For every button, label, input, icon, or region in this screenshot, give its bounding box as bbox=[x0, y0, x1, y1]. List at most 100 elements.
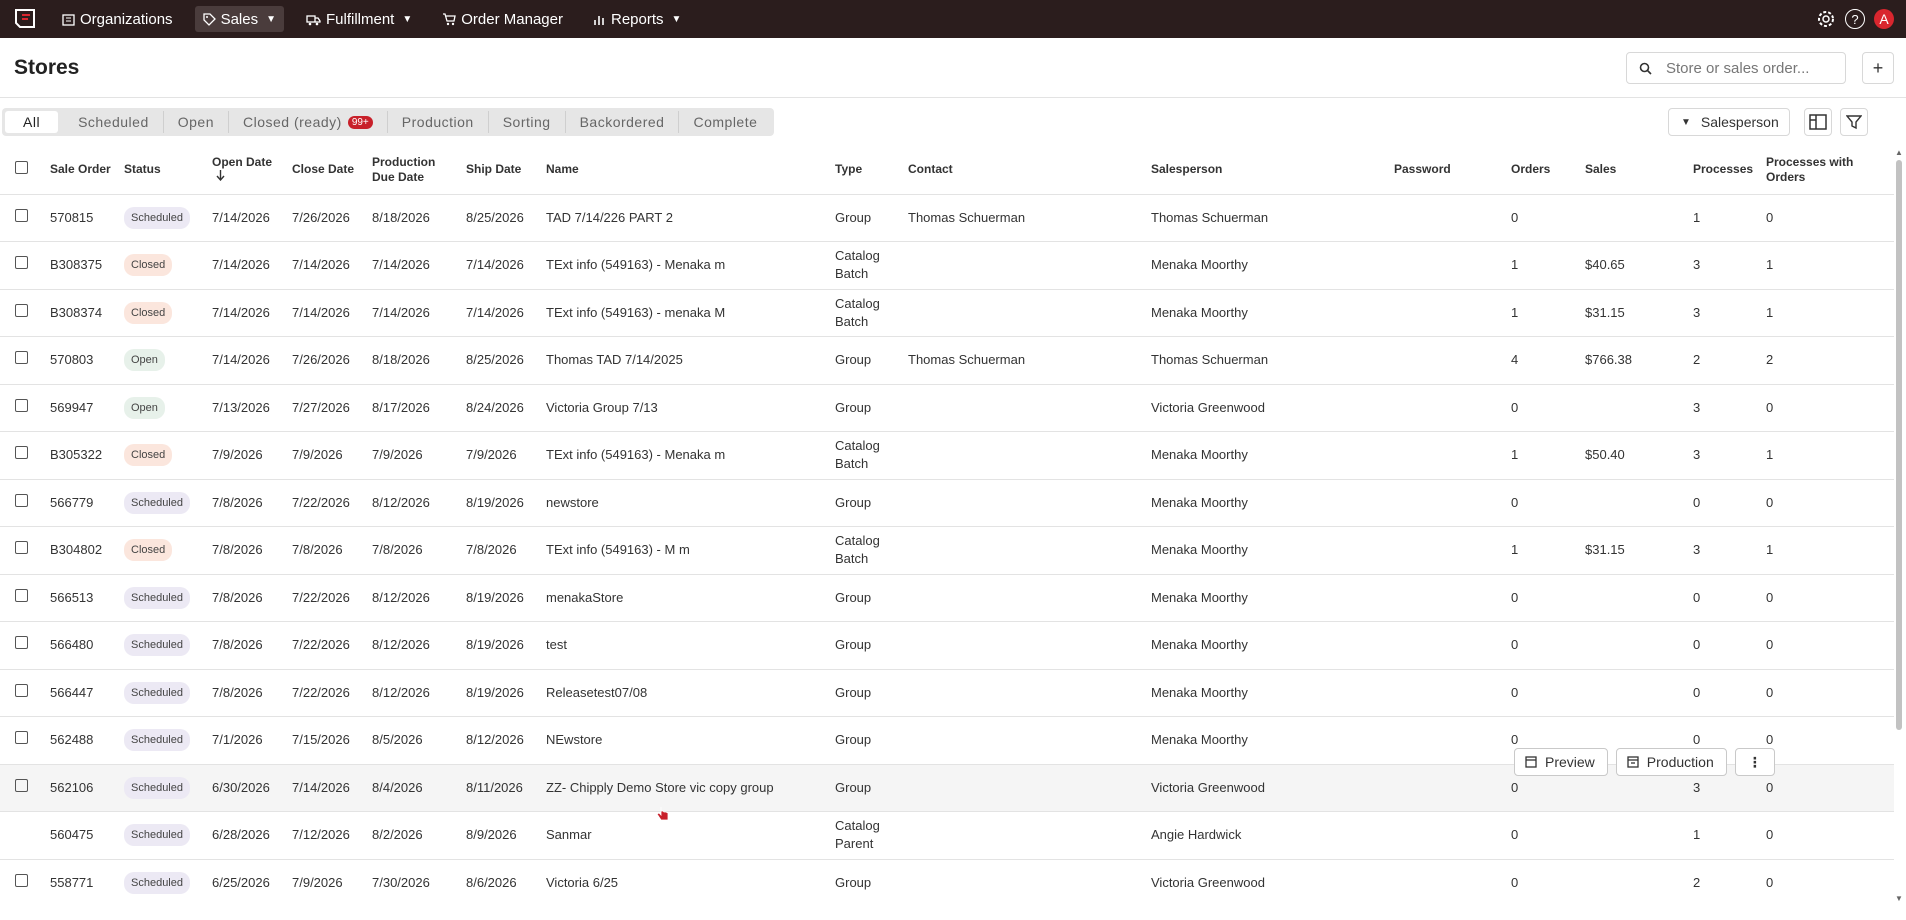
search-box[interactable] bbox=[1626, 52, 1846, 84]
status-badge: Scheduled bbox=[124, 206, 190, 229]
tab-all[interactable]: All bbox=[5, 111, 59, 133]
row-checkbox[interactable] bbox=[15, 541, 28, 555]
table-row[interactable]: B305322 Closed 7/9/2026 7/9/2026 7/9/2026 7/9… bbox=[0, 431, 1894, 480]
column-header-salesperson[interactable]: Salesperson bbox=[1147, 146, 1390, 195]
search-input[interactable] bbox=[1666, 59, 1826, 77]
row-checkbox[interactable] bbox=[15, 873, 28, 887]
table-row[interactable]: 570803 Open 7/14/2026 7/26/2026 8/18/2026 8/2… bbox=[0, 336, 1894, 385]
tab-open[interactable]: Open bbox=[164, 111, 229, 133]
column-layout-button[interactable] bbox=[1804, 108, 1832, 136]
processes-with-orders-cell: 1 bbox=[1762, 431, 1894, 480]
production-due-date-cell: 8/17/2026 bbox=[368, 384, 462, 432]
row-checkbox[interactable] bbox=[15, 493, 28, 507]
status-badge: Closed bbox=[124, 539, 173, 562]
row-checkbox[interactable] bbox=[15, 588, 28, 602]
table-row[interactable]: B304802 Closed 7/8/2026 7/8/2026 7/8/2026 7/8… bbox=[0, 526, 1894, 575]
row-checkbox[interactable] bbox=[15, 303, 28, 317]
filter-button[interactable] bbox=[1840, 108, 1868, 136]
column-header-label: Status bbox=[124, 162, 161, 177]
tab-label: Scheduled bbox=[78, 114, 149, 130]
tab-complete[interactable]: Complete bbox=[679, 111, 771, 133]
row-checkbox[interactable] bbox=[15, 256, 28, 270]
close-date-cell: 7/8/2026 bbox=[288, 526, 368, 575]
nav-item-sales[interactable]: Sales ▼ bbox=[194, 6, 284, 32]
tab-closed-ready[interactable]: Closed (ready) 99+ bbox=[229, 111, 388, 133]
table-row[interactable]: 560475 Scheduled 6/28/2026 7/12/2026 8/2/202… bbox=[0, 811, 1894, 860]
tab-production[interactable]: Production bbox=[388, 111, 489, 133]
user-avatar[interactable]: A bbox=[1874, 9, 1894, 29]
salesperson-filter-dropdown[interactable]: ▼ Salesperson bbox=[1668, 108, 1790, 136]
tab-scheduled[interactable]: Scheduled bbox=[64, 111, 164, 133]
production-due-date-cell: 8/12/2026 bbox=[368, 574, 462, 622]
row-checkbox[interactable] bbox=[15, 683, 28, 697]
row-checkbox[interactable] bbox=[15, 351, 28, 365]
table-row[interactable]: 566513 Scheduled 7/8/2026 7/22/2026 8/12/202… bbox=[0, 574, 1894, 622]
table-row[interactable]: 566480 Scheduled 7/8/2026 7/22/2026 8/12/202… bbox=[0, 621, 1894, 670]
column-header-password[interactable]: Password bbox=[1390, 146, 1507, 195]
table-row[interactable]: 558771 Scheduled 6/25/2026 7/9/2026 7/30/202… bbox=[0, 859, 1894, 906]
table-row[interactable]: 566447 Scheduled 7/8/2026 7/22/2026 8/12/202… bbox=[0, 669, 1894, 717]
settings-gear-icon[interactable] bbox=[1816, 9, 1836, 29]
scroll-down-icon[interactable]: ▼ bbox=[1895, 894, 1903, 903]
column-header-type[interactable]: Type bbox=[831, 146, 904, 195]
column-header-open-date[interactable]: Open Date bbox=[208, 146, 288, 195]
sales-cell bbox=[1581, 194, 1689, 242]
sales-cell bbox=[1581, 479, 1689, 527]
column-header-sales[interactable]: Sales bbox=[1581, 146, 1689, 195]
nav-item-organizations[interactable]: Organizations bbox=[54, 6, 181, 32]
vertical-scrollbar[interactable]: ▲ ▼ bbox=[1894, 146, 1904, 906]
column-header-orders[interactable]: Orders bbox=[1507, 146, 1581, 195]
column-header-status[interactable]: Status bbox=[120, 146, 208, 195]
column-header-production-due-date[interactable]: Production Due Date bbox=[368, 146, 462, 195]
column-header-contact[interactable]: Contact bbox=[904, 146, 1147, 195]
column-header-sale-order[interactable]: Sale Order bbox=[46, 146, 120, 195]
type-cell: Catalog Batch bbox=[831, 526, 904, 575]
nav-item-reports[interactable]: Reports ▼ bbox=[585, 6, 689, 32]
column-header-label: Orders bbox=[1511, 162, 1551, 177]
row-more-menu-button[interactable]: ⋮ bbox=[1734, 748, 1775, 776]
column-header-ship-date[interactable]: Ship Date bbox=[462, 146, 542, 195]
sales-cell bbox=[1581, 859, 1689, 906]
tab-backordered[interactable]: Backordered bbox=[566, 111, 680, 133]
processes-with-orders-cell: 0 bbox=[1762, 811, 1894, 860]
processes-cell: 0 bbox=[1689, 669, 1762, 717]
add-store-button[interactable]: + bbox=[1862, 52, 1894, 84]
processes-cell: 1 bbox=[1689, 194, 1762, 242]
sales-cell bbox=[1581, 574, 1689, 622]
column-header-label: Open Date bbox=[212, 154, 273, 169]
help-icon[interactable]: ? bbox=[1845, 9, 1865, 29]
salesperson-cell: Thomas Schuerman bbox=[1147, 194, 1390, 242]
row-checkbox[interactable] bbox=[15, 446, 28, 460]
nav-item-order-manager[interactable]: Order Manager bbox=[434, 6, 571, 32]
preview-button[interactable]: Preview bbox=[1514, 748, 1608, 776]
table-row[interactable]: B308374 Closed 7/14/2026 7/14/2026 7/14/2026… bbox=[0, 289, 1894, 337]
table-row[interactable]: 569947 Open 7/13/2026 7/27/2026 8/17/2026 8/2… bbox=[0, 384, 1894, 432]
row-checkbox[interactable] bbox=[15, 208, 28, 222]
row-checkbox[interactable] bbox=[15, 398, 28, 412]
nav-item-fulfillment[interactable]: Fulfillment ▼ bbox=[298, 6, 420, 32]
table-row[interactable]: 566779 Scheduled 7/8/2026 7/22/2026 8/12/202… bbox=[0, 479, 1894, 527]
table-row[interactable]: B308375 Closed 7/14/2026 7/14/2026 7/14/2026… bbox=[0, 241, 1894, 290]
salesperson-cell: Angie Hardwick bbox=[1147, 811, 1390, 860]
type-cell: Catalog Batch bbox=[831, 289, 904, 337]
row-checkbox[interactable] bbox=[15, 636, 28, 650]
column-header-processes-with-orders[interactable]: Processes with Orders bbox=[1762, 146, 1894, 195]
close-date-cell: 7/14/2026 bbox=[288, 289, 368, 337]
select-all-checkbox[interactable] bbox=[15, 161, 28, 175]
row-checkbox[interactable] bbox=[15, 731, 28, 745]
column-header-close-date[interactable]: Close Date bbox=[288, 146, 368, 195]
scroll-up-icon[interactable]: ▲ bbox=[1895, 148, 1903, 157]
tab-sorting[interactable]: Sorting bbox=[489, 111, 566, 133]
production-button[interactable]: Production bbox=[1615, 748, 1727, 776]
table-row[interactable]: 570815 Scheduled 7/14/2026 7/26/2026 8/18/20… bbox=[0, 194, 1894, 242]
contact-cell bbox=[904, 859, 1147, 906]
app-logo-icon[interactable] bbox=[12, 7, 40, 31]
type-cell: Group bbox=[831, 194, 904, 242]
sale-order-cell: 566513 bbox=[46, 574, 120, 622]
column-header-name[interactable]: Name bbox=[542, 146, 831, 195]
row-checkbox[interactable] bbox=[15, 778, 28, 792]
scroll-thumb[interactable] bbox=[1896, 160, 1902, 730]
column-header-processes[interactable]: Processes bbox=[1689, 146, 1762, 195]
password-cell bbox=[1390, 621, 1507, 670]
processes-with-orders-cell: 0 bbox=[1762, 384, 1894, 432]
